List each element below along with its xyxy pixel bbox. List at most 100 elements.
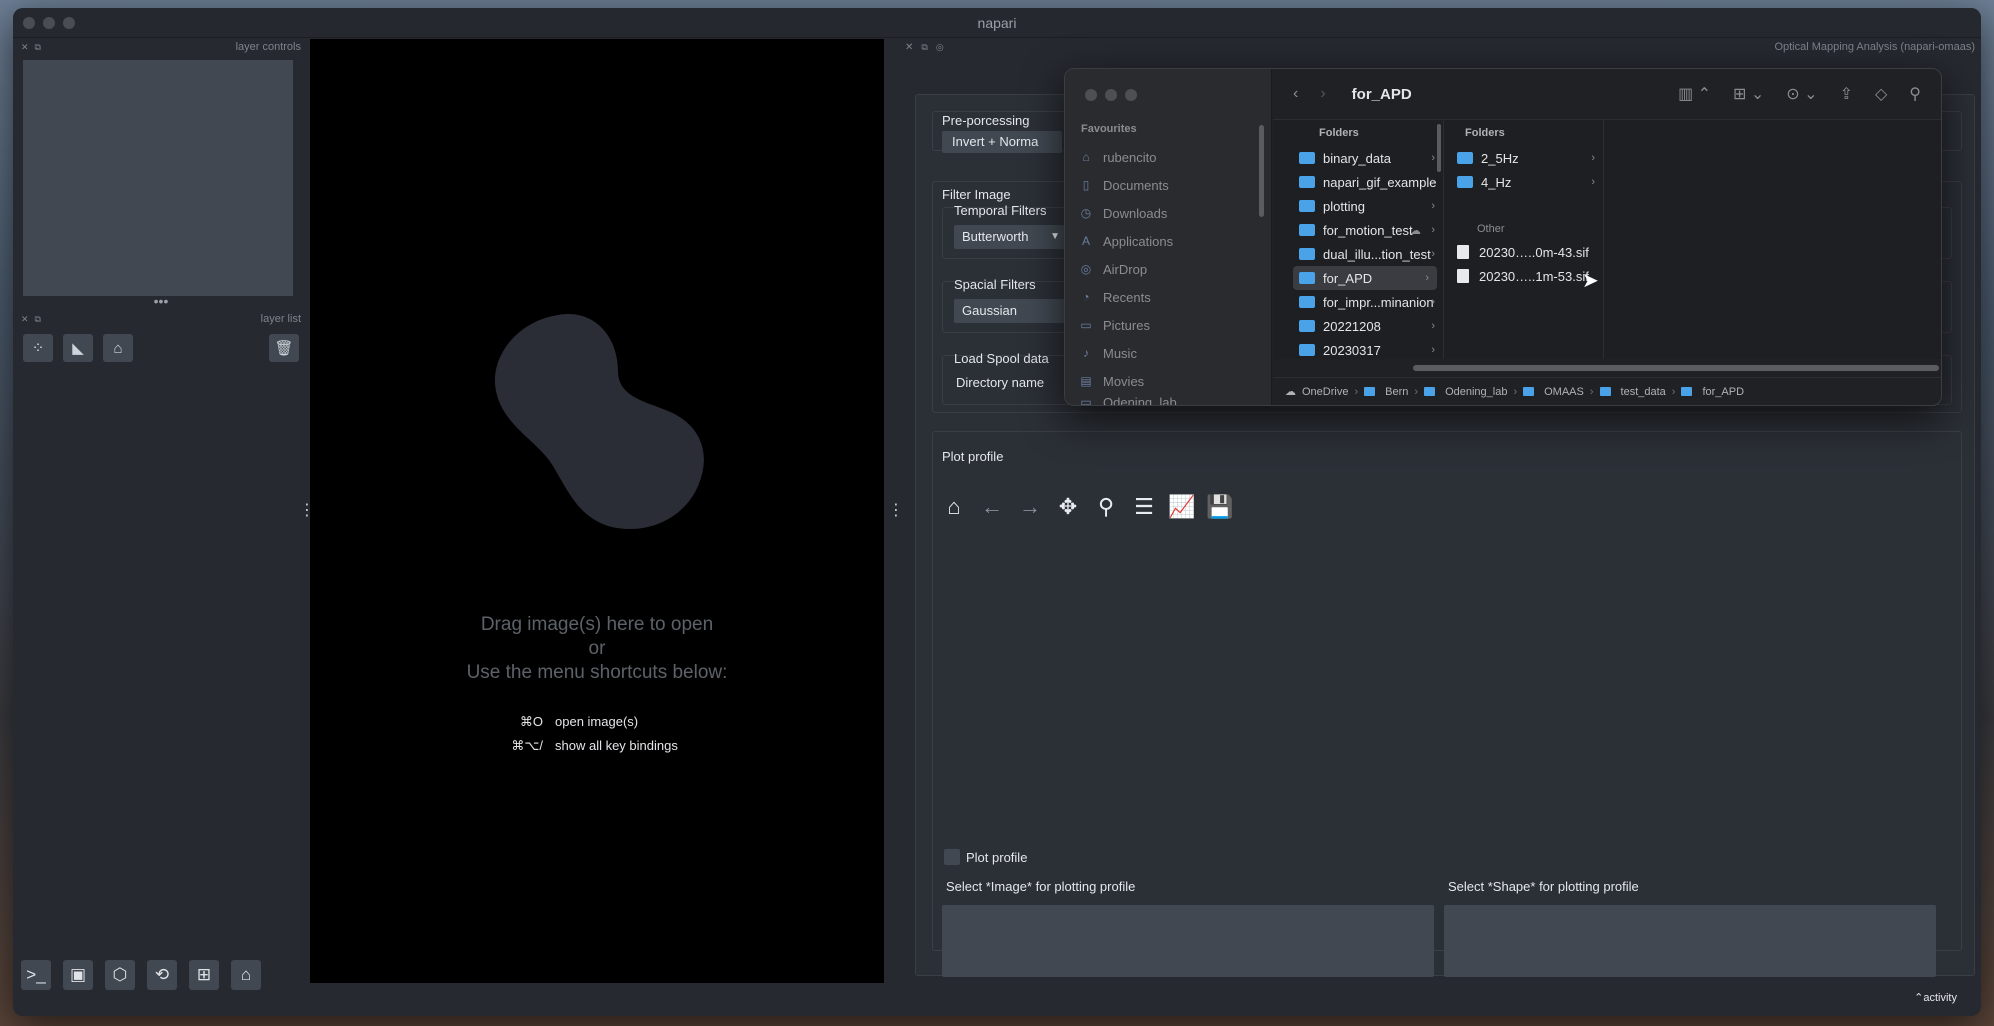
share-icon[interactable]: ⇪ (1840, 84, 1853, 104)
shortcut-key: ⌘O (519, 713, 543, 729)
column-divider[interactable] (1443, 120, 1444, 359)
roll-dims-button[interactable]: ⬡ (105, 960, 135, 990)
minimize-dialog-button[interactable] (1105, 89, 1117, 101)
plot-profile-checkbox[interactable] (944, 849, 960, 865)
list-item-selected[interactable]: for_APD › (1293, 266, 1437, 290)
chevron-right-icon: › (1431, 152, 1435, 164)
close-dialog-button[interactable] (1085, 89, 1097, 101)
home-icon: ⌂ (947, 494, 961, 519)
chevron-down-icon: ▼ (1050, 231, 1060, 242)
temporal-filter-select[interactable]: Butterworth ▼ (954, 225, 1066, 249)
welcome-line-2: or (588, 638, 606, 659)
image-list[interactable] (942, 905, 1434, 977)
console-button[interactable]: >_ (21, 960, 51, 990)
column-divider[interactable] (1603, 120, 1604, 359)
minimize-window-button[interactable] (43, 17, 55, 29)
viewer-canvas[interactable]: Drag image(s) here to open or Use the me… (310, 39, 884, 983)
sidebar-scrollbar[interactable] (1259, 125, 1264, 217)
new-points-layer-button[interactable]: ⁘ (23, 334, 53, 362)
path-item[interactable]: OMAAS (1544, 386, 1584, 398)
tag-icon[interactable]: ◇ (1875, 84, 1887, 104)
sidebar-item-pictures[interactable]: ▭ Pictures (1079, 311, 1177, 339)
home-view-button[interactable]: ⌂ (942, 494, 966, 519)
zoom-dialog-button[interactable] (1125, 89, 1137, 101)
sidebar-item-airdrop[interactable]: ◎ AirDrop (1079, 255, 1177, 283)
sidebar-item-odening-lab[interactable]: ▭ Odening_lab (1079, 395, 1176, 405)
list-item[interactable]: dual_illu...tion_test › (1287, 242, 1443, 266)
close-dock-icon[interactable]: ✕ (21, 314, 29, 325)
layer-buttons: ⁘ ◣ ⌂ 🗑 (13, 328, 309, 368)
invert-normalize-button[interactable]: Invert + Norma (942, 131, 1062, 153)
activity-button[interactable]: ⌃activity (1914, 991, 1957, 1004)
path-item[interactable]: Odening_lab (1445, 386, 1507, 398)
list-item[interactable]: for_motion_test ☁ › (1287, 218, 1443, 242)
list-item[interactable]: plotting › (1287, 194, 1443, 218)
close-dock-icon[interactable]: ✕ (21, 42, 29, 53)
movie-icon: ▤ (1080, 374, 1092, 388)
toggle-ndisplay-button[interactable]: ▣ (63, 960, 93, 990)
group-by-icon[interactable]: ⊞ ⌄ (1733, 84, 1764, 104)
sidebar-item-documents[interactable]: ▯ Documents (1079, 171, 1177, 199)
float-dock-icon[interactable]: ⧉ (921, 42, 927, 53)
forward-button[interactable]: › (1320, 85, 1325, 103)
folder-icon (1364, 387, 1376, 396)
item-label: 20221208 (1323, 318, 1381, 334)
list-item[interactable]: 20230317 › (1287, 338, 1443, 362)
list-item[interactable]: 4_Hz › (1445, 170, 1603, 194)
file-item[interactable]: 20230…..1m-53.sif (1445, 264, 1603, 288)
list-item[interactable]: napari_gif_example › (1287, 170, 1443, 194)
column-2: Folders 2_5Hz › 4_Hz › Other 20230…..0m-43… (1445, 120, 1603, 359)
new-labels-layer-button[interactable]: ⌂ (103, 334, 133, 362)
save-figure-button[interactable]: 💾 (1206, 494, 1233, 519)
sidebar-item-movies[interactable]: ▤ Movies (1079, 367, 1177, 395)
back-button[interactable]: ← (980, 494, 1004, 519)
magnifier-icon: ⚲ (1097, 494, 1115, 519)
path-item[interactable]: OneDrive (1302, 386, 1348, 398)
spacial-filter-select[interactable]: Gaussian (954, 299, 1066, 323)
float-dock-icon[interactable]: ⧉ (35, 42, 41, 53)
path-item[interactable]: for_APD (1702, 386, 1744, 398)
reset-view-button[interactable]: ⌂ (231, 960, 261, 990)
close-window-button[interactable] (23, 17, 35, 29)
column-view-icon[interactable]: ▥ ⌃ (1678, 84, 1711, 104)
hide-dock-icon[interactable]: ◎ (936, 42, 944, 53)
close-dock-icon[interactable]: ✕ (905, 42, 913, 53)
list-item[interactable]: 20221208 › (1287, 314, 1443, 338)
column-scrollbar[interactable] (1437, 124, 1441, 172)
grid-view-button[interactable]: ⊞ (189, 960, 219, 990)
more-actions-icon[interactable]: ⊙ ⌄ (1786, 84, 1817, 104)
path-item[interactable]: test_data (1621, 386, 1666, 398)
favourites-list: ⌂ rubencito ▯ Documents ◷ Downloads A Applic… (1079, 143, 1177, 406)
delete-layer-button[interactable]: 🗑 (269, 334, 299, 362)
sidebar-item-label: AirDrop (1103, 261, 1148, 277)
configure-subplots-button[interactable]: ☰ (1132, 494, 1156, 519)
dock-splitter-handle[interactable]: ••• (13, 294, 309, 310)
forward-button[interactable]: → (1018, 494, 1042, 519)
activity-label: activity (1923, 992, 1957, 1004)
sidebar-item-downloads[interactable]: ◷ Downloads (1079, 199, 1177, 227)
new-shapes-layer-button[interactable]: ◣ (63, 334, 93, 362)
sidebar-item-applications[interactable]: A Applications (1079, 227, 1177, 255)
shape-list[interactable] (1444, 905, 1936, 977)
back-button[interactable]: ‹ (1293, 85, 1298, 103)
home-icon: ⌂ (240, 965, 252, 984)
pan-button[interactable]: ✥ (1056, 494, 1080, 519)
sidebar-item-rubencito[interactable]: ⌂ rubencito (1079, 143, 1177, 171)
folder-icon (1299, 272, 1315, 284)
window-controls (23, 17, 75, 29)
list-item[interactable]: 2_5Hz › (1445, 146, 1603, 170)
zoom-window-button[interactable] (63, 17, 75, 29)
zoom-button[interactable]: ⚲ (1094, 494, 1118, 519)
edit-axis-button[interactable]: 📈 (1168, 494, 1195, 519)
applications-icon: A (1081, 234, 1090, 248)
horizontal-scrollbar[interactable] (1413, 365, 1939, 371)
transpose-dims-button[interactable]: ⟲ (147, 960, 177, 990)
list-item[interactable]: for_impr...minanion › (1287, 290, 1443, 314)
file-item[interactable]: 20230…..0m-43.sif (1445, 240, 1603, 264)
list-item[interactable]: binary_data › (1287, 146, 1443, 170)
search-icon[interactable]: ⚲ (1909, 84, 1921, 104)
path-item[interactable]: Bern (1385, 386, 1408, 398)
sidebar-item-recents[interactable]: ◔ Recents (1079, 283, 1177, 311)
float-dock-icon[interactable]: ⧉ (35, 314, 41, 325)
sidebar-item-music[interactable]: ♪ Music (1079, 339, 1177, 367)
